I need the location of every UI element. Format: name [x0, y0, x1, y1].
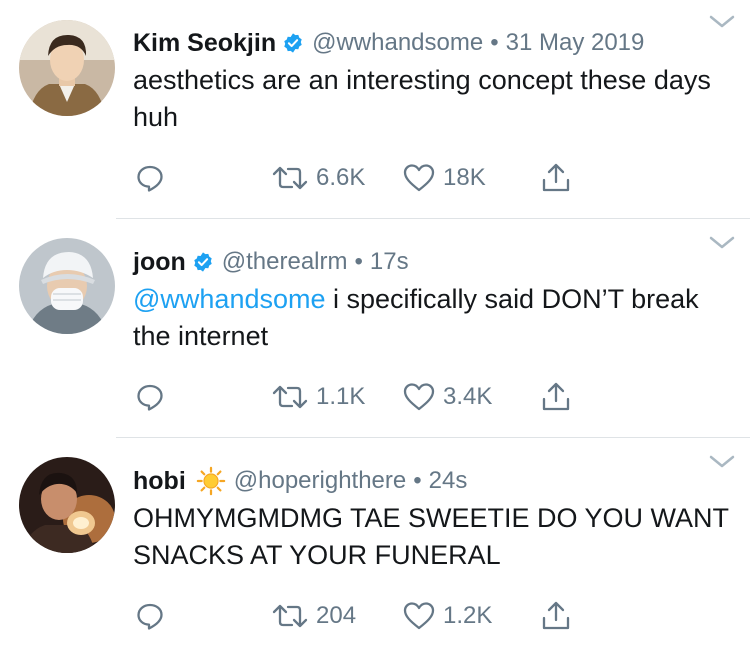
avatar[interactable]	[19, 457, 115, 553]
retweet-button[interactable]: 204	[272, 596, 356, 636]
chevron-down-icon[interactable]	[708, 235, 736, 251]
avatar[interactable]	[19, 20, 115, 116]
share-button[interactable]	[540, 158, 572, 198]
handle[interactable]: @hoperighthere	[234, 467, 406, 495]
tweet[interactable]: joon @therealrm • 17s @wwhandsome i spec…	[0, 219, 750, 437]
display-name[interactable]: Kim Seokjin	[133, 29, 276, 58]
retweet-count: 1.1K	[316, 383, 366, 410]
display-name[interactable]: joon	[133, 248, 186, 277]
retweet-count: 204	[316, 602, 357, 629]
heart-icon	[403, 383, 435, 411]
tweet[interactable]: hobi @hoperighthere • 24s OHMYMGMDMG TAE…	[0, 438, 750, 656]
retweet-button[interactable]: 6.6K	[272, 158, 365, 198]
separator: •	[490, 29, 499, 56]
like-button[interactable]: 18K	[403, 158, 486, 198]
heart-icon	[403, 164, 435, 192]
retweet-button[interactable]: 1.1K	[272, 377, 365, 417]
timestamp[interactable]: 17s	[370, 248, 409, 276]
like-count: 18K	[443, 164, 486, 191]
share-icon	[542, 601, 570, 630]
separator: •	[354, 248, 363, 275]
timestamp[interactable]: 31 May 2019	[506, 29, 645, 57]
retweet-icon	[272, 604, 308, 628]
tweet-header: hobi @hoperighthere • 24s	[133, 464, 467, 498]
action-bar: 6.6K 18K	[0, 158, 750, 198]
avatar-image	[19, 238, 115, 334]
avatar[interactable]	[19, 238, 115, 334]
like-button[interactable]: 1.2K	[403, 596, 492, 636]
timestamp[interactable]: 24s	[429, 467, 468, 495]
action-bar: 204 1.2K	[0, 596, 750, 636]
tweet-header: joon @therealrm • 17s	[133, 245, 409, 279]
like-button[interactable]: 3.4K	[403, 377, 492, 417]
reply-button[interactable]	[135, 158, 165, 198]
like-count: 3.4K	[443, 383, 493, 410]
verified-badge-icon	[284, 33, 302, 53]
action-bar: 1.1K 3.4K	[0, 377, 750, 417]
verified-badge-icon	[194, 252, 212, 272]
chevron-down-icon[interactable]	[708, 14, 736, 30]
share-button[interactable]	[540, 596, 572, 636]
tweet-text-content: aesthetics are an interesting concept th…	[133, 65, 711, 132]
tweet-text: aesthetics are an interesting concept th…	[133, 62, 733, 136]
retweet-icon	[272, 385, 308, 409]
tweet-text: OHMYMGMDMG TAE SWEETIE DO YOU WANT SNACK…	[133, 500, 733, 574]
tweet-header: Kim Seokjin @wwhandsome • 31 May 2019	[133, 26, 644, 60]
handle[interactable]: @therealrm	[222, 248, 348, 276]
retweet-icon	[272, 166, 308, 190]
tweet-text-content: OHMYMGMDMG TAE SWEETIE DO YOU WANT SNACK…	[133, 503, 729, 570]
avatar-image	[19, 20, 115, 116]
separator: •	[413, 467, 422, 494]
reply-button[interactable]	[135, 377, 165, 417]
mention-link[interactable]: @wwhandsome	[133, 284, 326, 314]
tweet-text: @wwhandsome i specifically said DON’T br…	[133, 281, 733, 355]
reply-button[interactable]	[135, 596, 165, 636]
share-button[interactable]	[540, 377, 572, 417]
display-name[interactable]: hobi	[133, 467, 186, 496]
share-icon	[542, 163, 570, 192]
reply-icon	[137, 165, 163, 192]
reply-icon	[137, 603, 163, 630]
like-count: 1.2K	[443, 602, 493, 629]
retweet-count: 6.6K	[316, 164, 366, 191]
sun-emoji-icon	[196, 466, 226, 496]
reply-icon	[137, 384, 163, 411]
share-icon	[542, 382, 570, 411]
tweet[interactable]: Kim Seokjin @wwhandsome • 31 May 2019 ae…	[0, 0, 750, 218]
handle[interactable]: @wwhandsome	[312, 29, 483, 57]
avatar-image	[19, 457, 115, 553]
chevron-down-icon[interactable]	[708, 454, 736, 470]
heart-icon	[403, 602, 435, 630]
